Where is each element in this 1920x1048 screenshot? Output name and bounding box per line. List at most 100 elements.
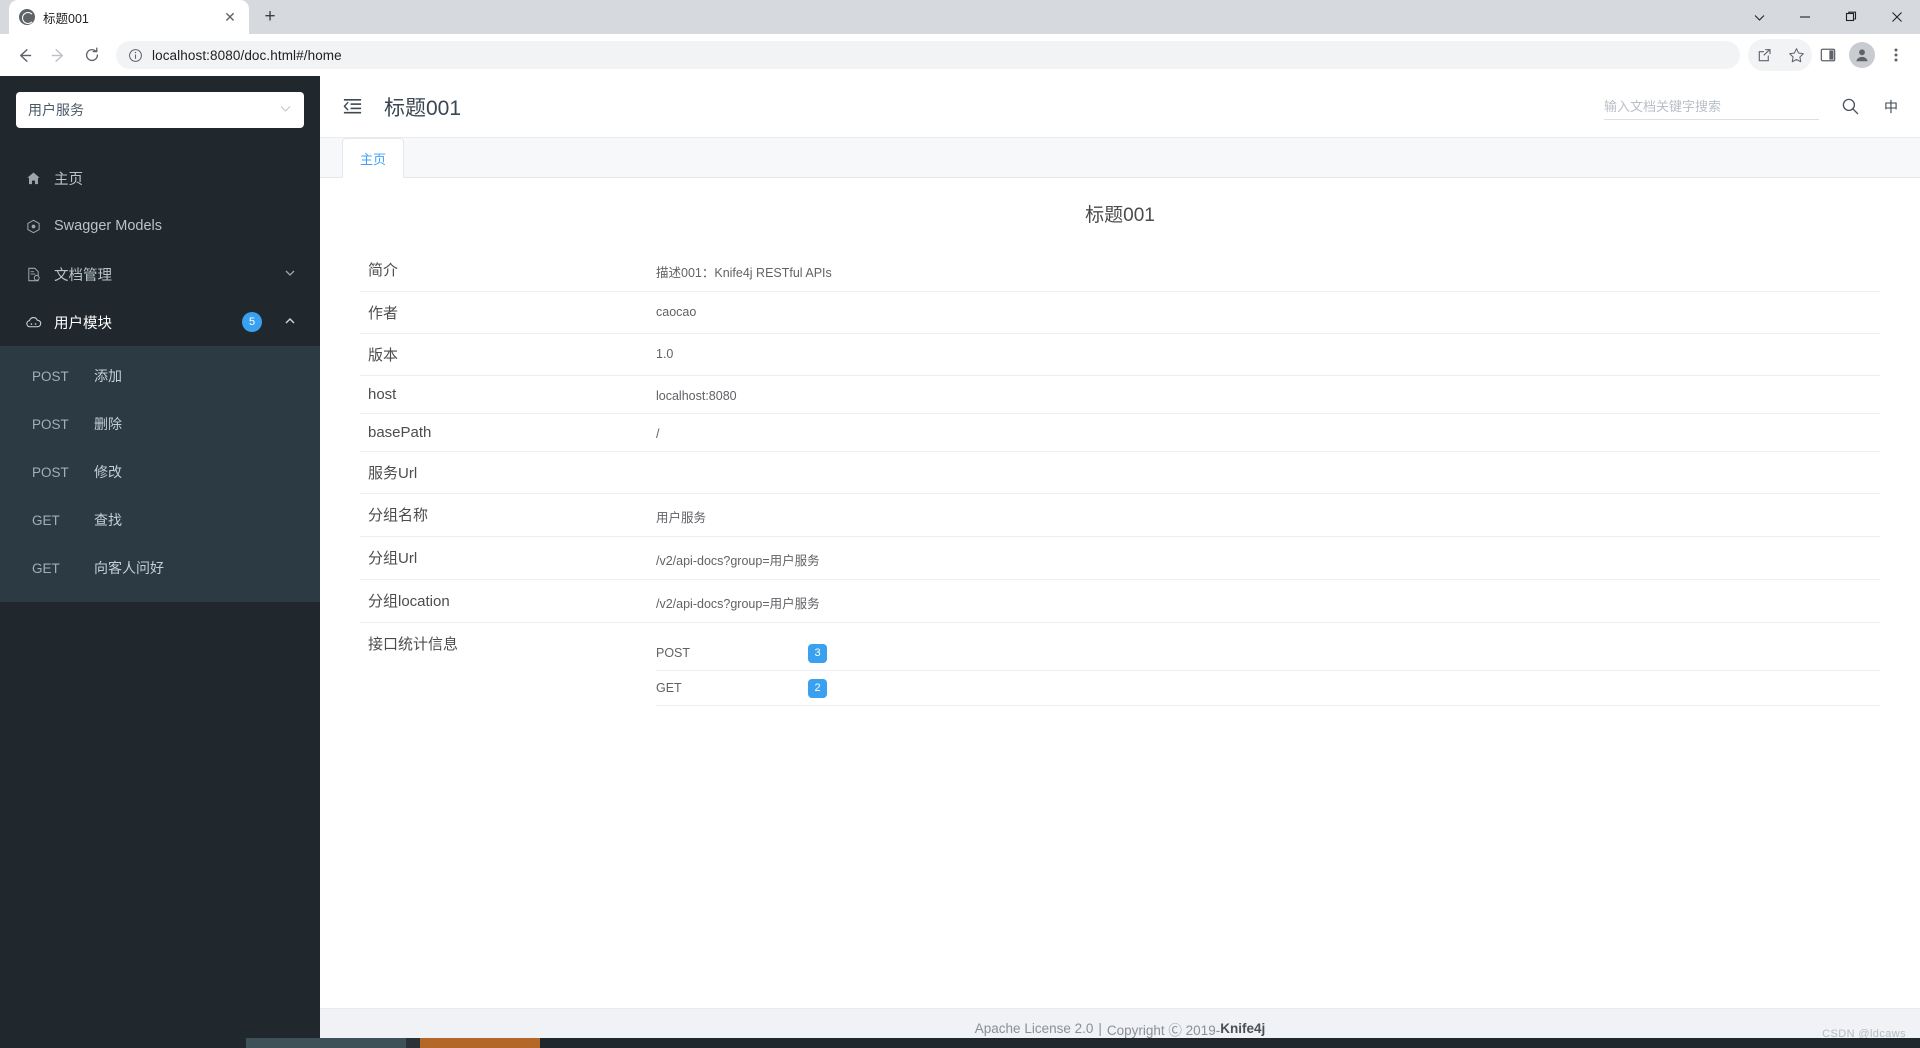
submenu-item-add[interactable]: POST 添加 [0, 352, 320, 400]
http-method: POST [32, 464, 69, 480]
share-icon[interactable] [1748, 39, 1780, 71]
star-icon[interactable] [1780, 39, 1812, 71]
row-label: 作者 [368, 305, 399, 322]
strip-segment [420, 1038, 540, 1048]
info-icon[interactable] [128, 48, 143, 63]
submenu-item-greet[interactable]: GET 向客人问好 [0, 544, 320, 592]
sidebar-item-badge: 5 [242, 312, 262, 332]
doc-title: 标题001 [1085, 205, 1155, 226]
minimize-icon[interactable] [1782, 0, 1828, 34]
submenu-item-label: 修改 [94, 464, 122, 480]
chevron-down-icon [284, 267, 296, 282]
side-panel-icon[interactable] [1812, 39, 1844, 71]
chevron-down-icon [279, 102, 292, 118]
table-row: 分组名称 用户服务 [360, 494, 1880, 537]
background-windows-strip [0, 1038, 1920, 1048]
http-method: GET [32, 560, 60, 576]
avatar-icon[interactable] [1849, 42, 1875, 68]
row-label: 服务Url [368, 465, 418, 482]
row-label: basePath [368, 424, 432, 441]
search-input[interactable] [1604, 98, 1819, 114]
sidebar-item-home[interactable]: 主页 [0, 154, 320, 202]
row-label: 分组Url [368, 550, 418, 567]
sidebar-item-label: Swagger Models [54, 218, 162, 234]
statistics-row: POST 3 [656, 636, 1880, 671]
doc-search[interactable] [1604, 94, 1819, 120]
row-value: /v2/api-docs?group=用户服务 [656, 554, 820, 568]
page-title: 标题001 [384, 96, 462, 120]
table-row: 分组location /v2/api-docs?group=用户服务 [360, 580, 1880, 623]
row-label: host [368, 386, 397, 403]
sidebar-nav: 主页 Swagger Models 文档管理 用户模块 5 POST 添加 PO… [0, 154, 320, 602]
browser-tab[interactable]: 标题001 ✕ [9, 0, 249, 34]
table-row: 服务Url [360, 452, 1880, 494]
browser-toolbar: localhost:8080/doc.html#/home [0, 34, 1920, 76]
row-label: 简介 [368, 262, 399, 279]
table-row-statistics: 接口统计信息 POST 3 GET 2 [360, 623, 1880, 716]
table-row: basePath / [360, 414, 1880, 452]
submenu-item-update[interactable]: POST 修改 [0, 448, 320, 496]
close-icon[interactable]: ✕ [221, 8, 239, 26]
http-method: POST [32, 368, 69, 384]
submenu-item-label: 添加 [94, 368, 122, 384]
sidebar-item-document-management[interactable]: 文档管理 [0, 250, 320, 298]
sidebar-item-label: 主页 [54, 171, 83, 188]
forward-arrow-icon[interactable] [42, 39, 74, 71]
service-select-value: 用户服务 [28, 102, 84, 118]
row-value: 描述001：Knife4j RESTful APIs [656, 266, 832, 280]
chevron-down-icon[interactable] [1736, 0, 1782, 34]
row-value [656, 462, 1880, 465]
row-label: 版本 [368, 347, 399, 364]
main-panel: 标题001 中 主页 标题001 简介 描述001：Knife4j [320, 76, 1920, 1048]
address-bar-url: localhost:8080/doc.html#/home [152, 47, 342, 63]
search-icon[interactable] [1841, 97, 1860, 116]
kebab-menu-icon[interactable] [1880, 39, 1912, 71]
browser-window: 标题001 ✕ + localhost:8080/doc.html#/home … [0, 0, 1920, 1048]
doc-tabs-bar: 主页 [320, 138, 1920, 178]
status-badge: 2 [808, 678, 827, 698]
back-arrow-icon[interactable] [8, 39, 40, 71]
http-method: POST [656, 646, 691, 660]
strip-segment [0, 1038, 246, 1048]
table-row: 作者 caocao [360, 292, 1880, 334]
sidebar-submenu: POST 添加 POST 删除 POST 修改 GET 查找 GET 向客人问好 [0, 346, 320, 602]
doc-content: 标题001 简介 描述001：Knife4j RESTful APIs 作者 c… [320, 178, 1920, 1008]
service-select[interactable]: 用户服务 [16, 92, 304, 128]
models-icon [24, 219, 42, 234]
submenu-item-delete[interactable]: POST 删除 [0, 400, 320, 448]
sidebar-item-swagger-models[interactable]: Swagger Models [0, 202, 320, 250]
menu-fold-icon[interactable] [342, 95, 366, 119]
close-icon[interactable] [1874, 0, 1920, 34]
new-tab-button[interactable]: + [255, 2, 285, 32]
address-bar[interactable]: localhost:8080/doc.html#/home [116, 41, 1740, 69]
sidebar-item-user-module[interactable]: 用户模块 5 [0, 298, 320, 346]
footer-copyright: Copyright Ⓒ 2019- [1106, 1022, 1221, 1038]
submenu-item-find[interactable]: GET 查找 [0, 496, 320, 544]
row-label: 接口统计信息 [368, 636, 459, 653]
toolbar-actions [1748, 39, 1912, 71]
statistics-list: POST 3 GET 2 [656, 633, 1880, 706]
document-settings-icon [24, 267, 42, 282]
tab-home[interactable]: 主页 [342, 138, 404, 178]
strip-segment [406, 1038, 420, 1048]
row-value: caocao [656, 305, 697, 319]
row-value: localhost:8080 [656, 389, 737, 403]
http-method: POST [32, 416, 69, 432]
browser-tab-title: 标题001 [43, 11, 89, 26]
language-toggle[interactable]: 中 [1884, 97, 1898, 117]
statistics-row: GET 2 [656, 671, 1880, 706]
http-method: GET [32, 512, 60, 528]
maximize-icon[interactable] [1828, 0, 1874, 34]
footer-license: Apache License 2.0 [974, 1021, 1094, 1036]
http-method: GET [656, 681, 682, 695]
table-row: 简介 描述001：Knife4j RESTful APIs [360, 249, 1880, 292]
tab-strip: 标题001 ✕ + [0, 0, 1920, 34]
row-label: 分组名称 [368, 507, 429, 524]
row-value: /v2/api-docs?group=用户服务 [656, 597, 820, 611]
window-controls [1736, 0, 1920, 34]
submenu-item-label: 查找 [94, 512, 122, 528]
row-value: / [656, 427, 660, 441]
footer-separator: | [1098, 1021, 1102, 1036]
submenu-item-label: 删除 [94, 416, 122, 432]
reload-icon[interactable] [76, 39, 108, 71]
